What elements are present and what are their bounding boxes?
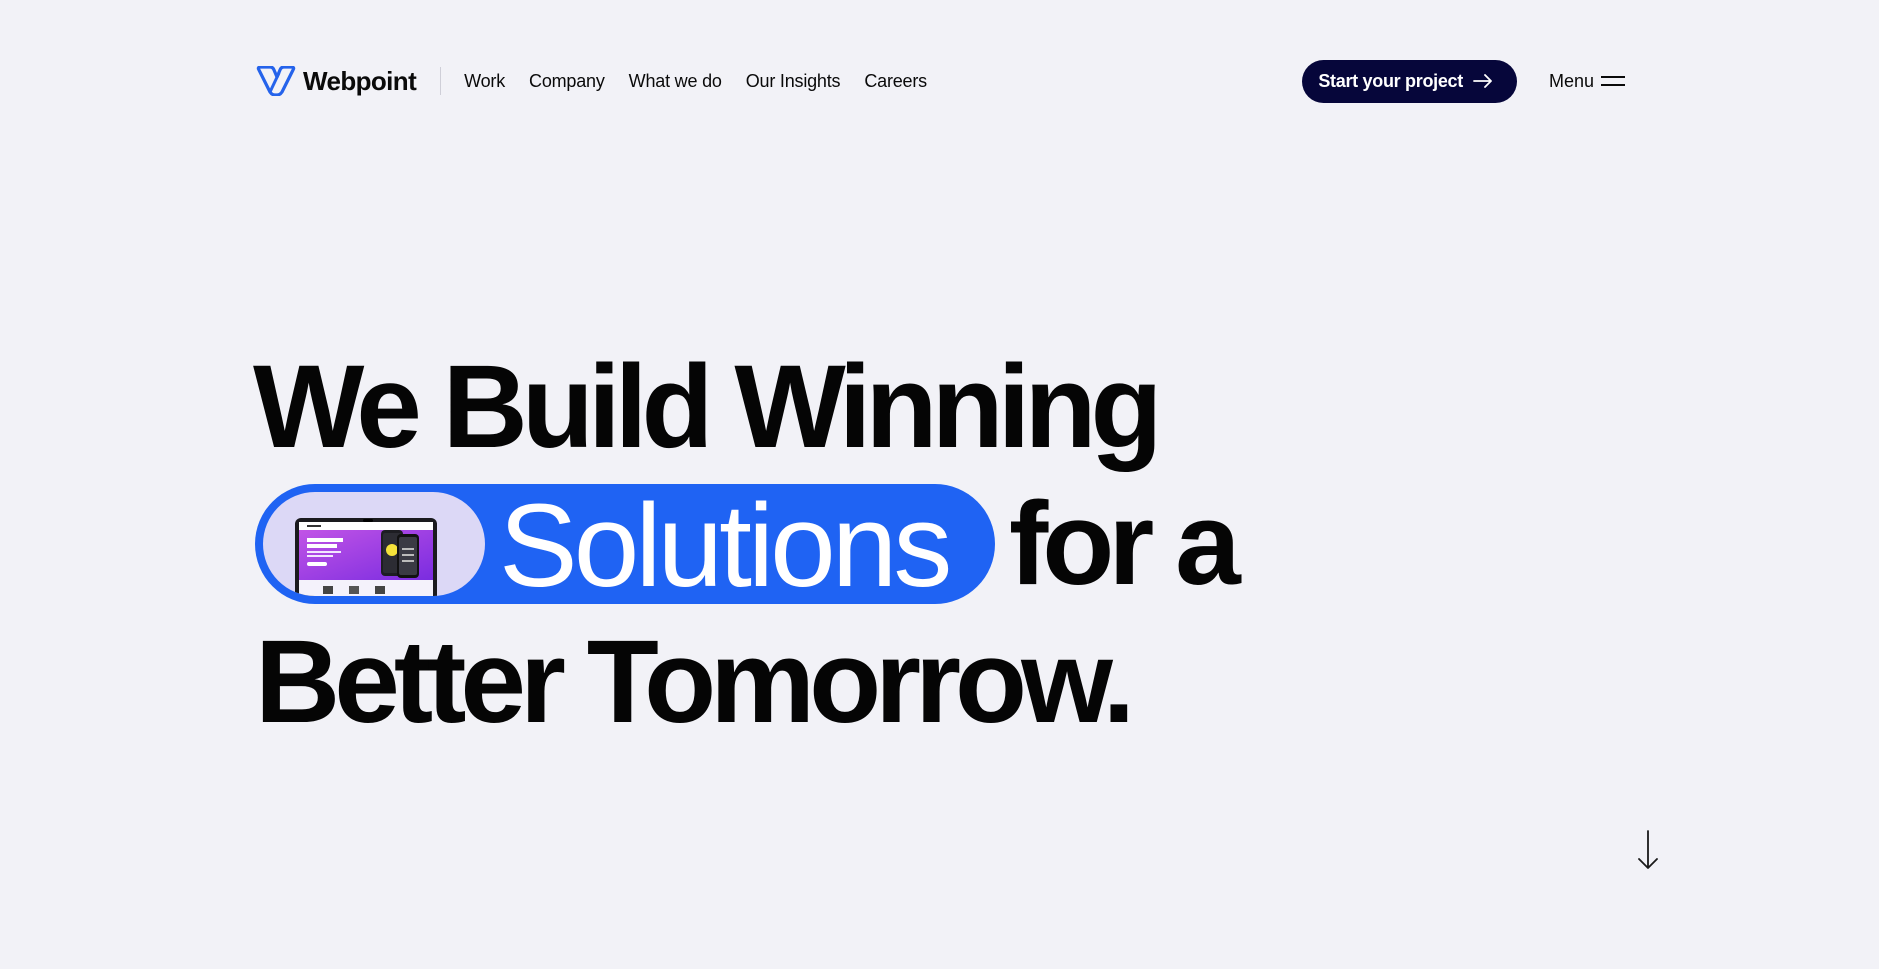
hero-headline-line2-rest: for a xyxy=(1009,478,1241,610)
hero-headline-line1: We Build Winning xyxy=(253,341,1163,473)
hero-headline-line2: Solutions for a xyxy=(255,478,1241,612)
nav-item-careers[interactable]: Careers xyxy=(864,71,927,92)
page: Webpoint Work Company What we do Our Ins… xyxy=(0,0,1879,969)
start-project-button[interactable]: Start your project xyxy=(1302,59,1517,103)
menu-label: Menu xyxy=(1548,70,1594,91)
webpoint-logo-icon xyxy=(256,66,296,96)
project-thumbnail[interactable] xyxy=(263,492,485,596)
scroll-down-button[interactable] xyxy=(1636,830,1660,870)
laptop-mockup-image xyxy=(295,518,437,596)
nav-item-our-insights[interactable]: Our Insights xyxy=(746,71,841,92)
nav-item-work[interactable]: Work xyxy=(464,71,505,92)
nav-item-what-we-do[interactable]: What we do xyxy=(629,71,722,92)
header-divider xyxy=(440,67,442,95)
nav-item-company[interactable]: Company xyxy=(529,71,605,92)
arrow-down-icon xyxy=(1638,830,1658,869)
start-project-label: Start your project xyxy=(1318,70,1463,91)
hero-highlight-word: Solutions xyxy=(499,480,952,612)
main-nav: Work Company What we do Our Insights Car… xyxy=(464,71,927,92)
hamburger-icon xyxy=(1601,76,1625,86)
brand-name: Webpoint xyxy=(303,65,417,96)
site-header: Webpoint Work Company What we do Our Ins… xyxy=(256,56,1625,106)
brand-logo[interactable]: Webpoint xyxy=(256,65,417,97)
hero-headline-line3: Better Tomorrow. xyxy=(255,616,1135,748)
menu-button[interactable]: Menu xyxy=(1549,71,1625,92)
highlight-pill: Solutions xyxy=(255,480,995,612)
arrow-right-icon xyxy=(1473,74,1492,88)
